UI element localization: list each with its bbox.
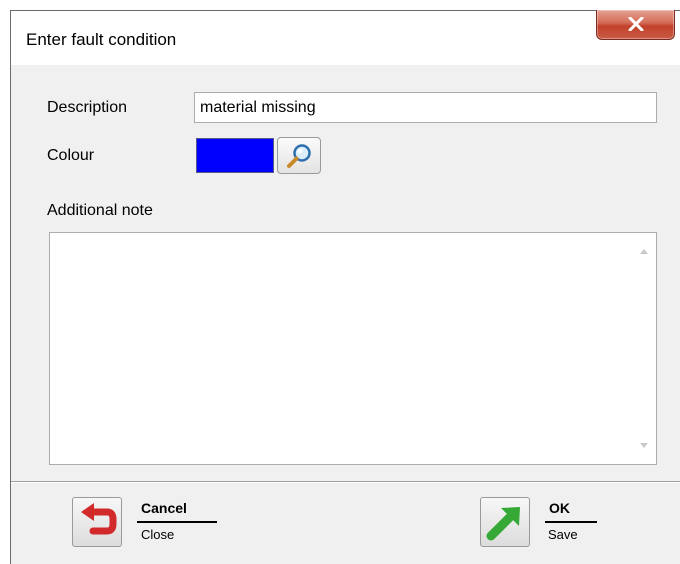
scroll-up-arrow-icon[interactable] [640, 249, 648, 254]
cancel-button[interactable] [72, 497, 122, 547]
close-icon [628, 17, 644, 31]
additional-note-label: Additional note [47, 202, 153, 219]
dialog-body: Description Colour Additional note Cance [11, 65, 680, 564]
title-bar: Enter fault condition [11, 10, 680, 65]
additional-note-textarea[interactable] [49, 232, 657, 465]
footer-separator [11, 481, 680, 483]
colour-picker-button[interactable] [277, 137, 321, 174]
dialog-title: Enter fault condition [26, 30, 177, 49]
green-arrow-icon [486, 507, 520, 541]
cancel-underline [137, 521, 217, 523]
ok-button[interactable] [480, 497, 530, 547]
scroll-down-arrow-icon[interactable] [640, 443, 648, 448]
ok-underline [545, 521, 597, 523]
description-input[interactable] [194, 92, 657, 123]
undo-arrow-icon [81, 503, 117, 535]
cancel-label[interactable]: Cancel [141, 500, 187, 516]
description-label: Description [47, 99, 128, 116]
colour-label: Colour [47, 147, 95, 164]
close-button[interactable] [596, 10, 675, 40]
dialog-window: Enter fault condition Description Colour… [10, 10, 680, 564]
ok-label[interactable]: OK [549, 500, 570, 516]
magnifier-icon [287, 144, 311, 168]
colour-swatch[interactable] [196, 138, 274, 173]
cancel-sublabel[interactable]: Close [141, 527, 174, 542]
ok-sublabel[interactable]: Save [548, 527, 578, 542]
